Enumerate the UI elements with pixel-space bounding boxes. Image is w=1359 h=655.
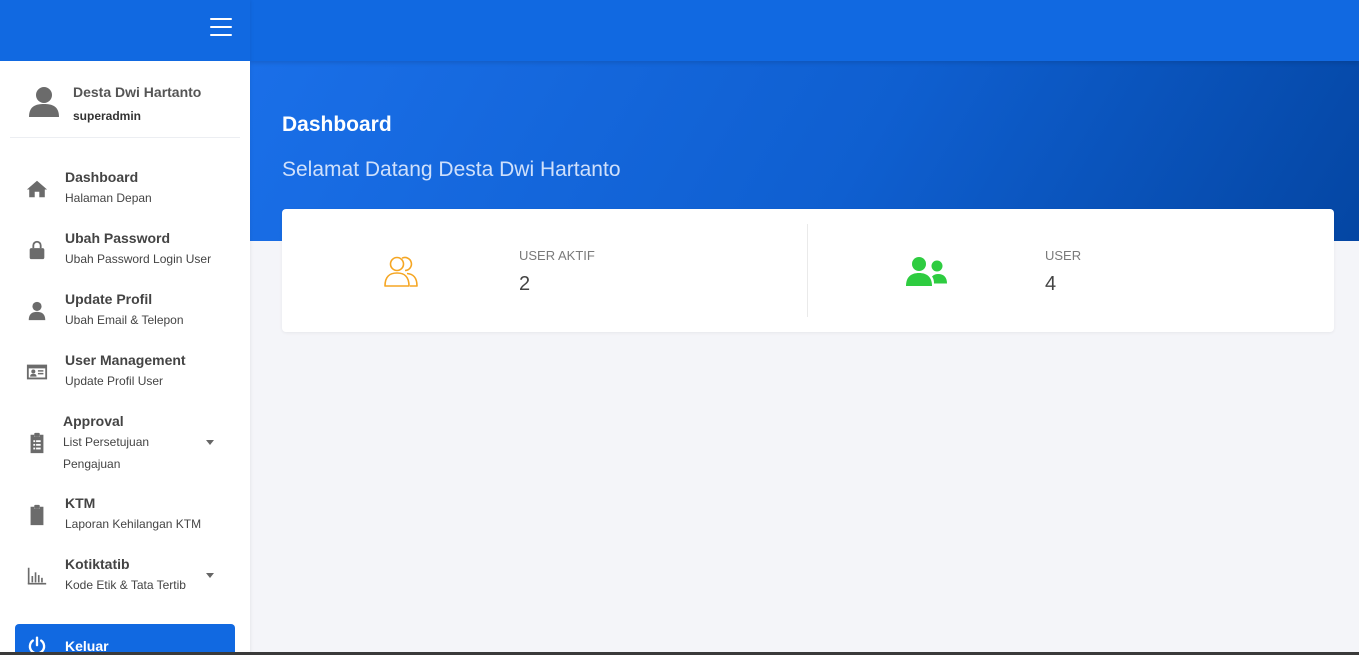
users-outline-icon: [383, 254, 419, 288]
sidebar-item-subtitle: Laporan Kehilangan KTM: [65, 517, 202, 531]
user-name: Desta Dwi Hartanto: [73, 84, 202, 100]
users-icon: [906, 256, 947, 286]
chevron-down-icon[interactable]: [206, 440, 214, 445]
sidebar-item-ktm[interactable]: KTM Laporan Kehilangan KTM: [0, 495, 250, 535]
user-role: superadmin: [73, 109, 142, 123]
user-profile: Desta Dwi Hartanto superadmin: [10, 61, 240, 138]
sidebar-item-update-profil[interactable]: Update Profil Ubah Email & Telepon: [0, 291, 250, 331]
sidebar-item-ubah-password[interactable]: Ubah Password Ubah Password Login User: [0, 230, 250, 270]
clipboard-icon: [26, 504, 48, 526]
hamburger-menu-icon[interactable]: [210, 18, 232, 38]
page-title: Dashboard: [282, 113, 392, 136]
clipboard-list-icon: [26, 432, 48, 454]
sidebar-item-title: Kotiktatib: [65, 556, 130, 572]
sidebar: Desta Dwi Hartanto superadmin Dashboard …: [0, 0, 250, 655]
sidebar-item-subtitle: Ubah Email & Telepon: [65, 313, 184, 327]
sidebar-brand: [0, 0, 250, 61]
sidebar-item-subtitle: Ubah Password Login User: [65, 252, 212, 266]
id-card-icon: [26, 361, 48, 383]
sidebar-item-subtitle: Kode Etik & Tata Tertib: [65, 578, 186, 592]
sidebar-item-subtitle: Update Profil User: [65, 374, 164, 388]
sidebar-item-kotiktatib[interactable]: Kotiktatib Kode Etik & Tata Tertib: [0, 556, 250, 596]
avatar: [28, 85, 60, 117]
stat-label: USER AKTIF: [519, 248, 595, 263]
sidebar-item-title: Update Profil: [65, 291, 153, 307]
sidebar-item-user-management[interactable]: User Management Update Profil User: [0, 352, 250, 392]
chart-icon: [26, 565, 48, 587]
stat-value: 2: [519, 273, 531, 295]
divider: [807, 224, 808, 317]
sidebar-item-subtitle: Halaman Depan: [65, 191, 152, 205]
stats-card: USER AKTIF 2 USER 4: [282, 209, 1334, 332]
chevron-down-icon[interactable]: [206, 573, 214, 578]
sidebar-item-title: Approval: [63, 413, 124, 429]
sidebar-item-title: User Management: [65, 352, 186, 368]
sidebar-item-subtitle-line2: Pengajuan: [63, 457, 121, 471]
sidebar-item-subtitle: List Persetujuan: [63, 435, 150, 449]
lock-icon: [26, 239, 48, 261]
sidebar-item-dashboard[interactable]: Dashboard Halaman Depan: [0, 169, 250, 209]
sidebar-item-approval[interactable]: Approval List Persetujuan Pengajuan: [0, 413, 250, 475]
top-navbar: [250, 0, 1359, 61]
sidebar-item-title: Ubah Password: [65, 230, 171, 246]
sidebar-item-title: KTM: [65, 495, 96, 511]
logout-button[interactable]: Keluar: [15, 624, 235, 655]
home-icon: [26, 178, 48, 200]
welcome-message: Selamat Datang Desta Dwi Hartanto: [282, 158, 621, 181]
stat-label: USER: [1045, 248, 1082, 263]
stat-value: 4: [1045, 273, 1057, 295]
sidebar-item-title: Dashboard: [65, 169, 139, 185]
user-icon: [26, 300, 48, 322]
